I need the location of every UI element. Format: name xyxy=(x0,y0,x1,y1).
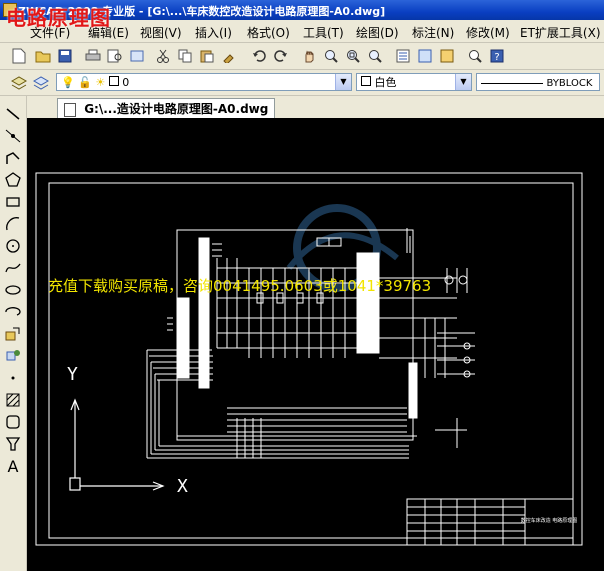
pan-icon[interactable] xyxy=(298,45,320,67)
publish-icon[interactable] xyxy=(126,45,148,67)
polygon-icon[interactable] xyxy=(3,170,23,190)
lock-icon: 🔓 xyxy=(78,76,92,89)
sheet-inner-border xyxy=(48,182,574,539)
drawing-canvas[interactable]: 数控车床改造 电路原理图 充值下载购买原稿，咨询0041495.0603或104… xyxy=(27,118,604,571)
table-icon[interactable] xyxy=(3,434,23,454)
construction-line-icon[interactable] xyxy=(3,126,23,146)
new-icon[interactable] xyxy=(8,45,30,67)
print-icon[interactable] xyxy=(82,45,104,67)
document-tab[interactable]: G:\...造设计电路原理图-A0.dwg xyxy=(57,98,276,119)
title-block-text: 数控车床改造 电路原理图 xyxy=(521,517,578,524)
color-combo[interactable]: 白色 ▼ xyxy=(356,73,472,91)
menu-view[interactable]: 视图(V) xyxy=(140,24,182,41)
ucs-icon xyxy=(69,398,165,491)
text-icon[interactable]: A xyxy=(3,456,23,476)
layer-color-swatch xyxy=(108,76,119,86)
layer-state-icon[interactable] xyxy=(30,72,52,94)
open-icon[interactable] xyxy=(32,45,54,67)
zoom-window-icon[interactable] xyxy=(342,45,364,67)
layer-combo[interactable]: 💡 🔓 ☀ 0 ▼ xyxy=(56,73,352,91)
match-properties-icon[interactable] xyxy=(218,45,240,67)
document-tab-label: G:\...造设计电路原理图-A0.dwg xyxy=(84,102,269,116)
menu-modify[interactable]: 修改(M) xyxy=(466,24,510,41)
linetype-value: BYBLOCK xyxy=(546,78,593,89)
circle-icon[interactable] xyxy=(3,236,23,256)
linetype-combo[interactable]: BYBLOCK xyxy=(476,73,600,91)
copy-icon[interactable] xyxy=(174,45,196,67)
properties-icon[interactable] xyxy=(392,45,414,67)
tool-palette-icon[interactable] xyxy=(436,45,458,67)
region-icon[interactable] xyxy=(3,412,23,432)
point-icon[interactable] xyxy=(3,368,23,388)
zoom-previous-icon[interactable] xyxy=(364,45,386,67)
chevron-down-icon[interactable]: ▼ xyxy=(455,74,471,90)
ellipse-icon[interactable] xyxy=(3,280,23,300)
menu-draw[interactable]: 绘图(D) xyxy=(356,24,399,41)
layer-manager-icon[interactable] xyxy=(8,72,30,94)
overlay-title: 电路原理图 xyxy=(6,6,111,30)
menu-format[interactable]: 格式(O) xyxy=(247,24,290,41)
rectangle-icon[interactable] xyxy=(3,192,23,212)
ucs-y-label: Y xyxy=(67,364,78,385)
menu-tools[interactable]: 工具(T) xyxy=(303,24,344,41)
ellipse-arc-icon[interactable] xyxy=(3,302,23,322)
dwg-file-icon xyxy=(64,102,76,117)
arc-icon[interactable] xyxy=(3,214,23,234)
layer-toolbar: 💡 🔓 ☀ 0 ▼ 白色 ▼ BYBLOCK xyxy=(0,70,604,96)
svg-text:?: ? xyxy=(494,52,499,63)
document-tab-bar: G:\...造设计电路原理图-A0.dwg xyxy=(27,96,604,119)
undo-icon[interactable] xyxy=(248,45,270,67)
layer-name: 0 xyxy=(122,76,130,89)
insert-block-icon[interactable] xyxy=(3,324,23,344)
redo-icon[interactable] xyxy=(270,45,292,67)
linetype-sample xyxy=(481,82,543,84)
line-icon[interactable] xyxy=(3,104,23,124)
draw-toolbar: A xyxy=(0,96,27,571)
hatch-icon[interactable] xyxy=(3,390,23,410)
ucs-x-label: X xyxy=(177,476,188,497)
design-center-icon[interactable] xyxy=(414,45,436,67)
circuit-schematic xyxy=(146,228,475,459)
find-icon[interactable] xyxy=(464,45,486,67)
menu-insert[interactable]: 插入(I) xyxy=(195,24,232,41)
sheet-outer-border xyxy=(35,172,583,546)
paste-icon[interactable] xyxy=(196,45,218,67)
sun-icon: ☀ xyxy=(95,76,106,89)
menu-et-tools[interactable]: ET扩展工具(X) xyxy=(520,24,601,41)
drawing-svg: 数控车床改造 电路原理图 xyxy=(35,172,583,546)
menu-dimension[interactable]: 标注(N) xyxy=(412,24,454,41)
promo-watermark-text: 充值下载购买原稿，咨询0041495.0603或1041*39763 xyxy=(48,277,432,295)
standard-toolbar: ? xyxy=(0,43,604,70)
color-swatch xyxy=(361,76,371,86)
save-icon[interactable] xyxy=(54,45,76,67)
cut-icon[interactable] xyxy=(152,45,174,67)
preview-icon[interactable] xyxy=(104,45,126,67)
spline-icon[interactable] xyxy=(3,258,23,278)
make-block-icon[interactable] xyxy=(3,346,23,366)
bulb-icon: 💡 xyxy=(61,76,75,89)
zoom-realtime-icon[interactable] xyxy=(320,45,342,67)
polyline-icon[interactable] xyxy=(3,148,23,168)
help-icon[interactable]: ? xyxy=(486,45,508,67)
color-value: 白色 xyxy=(374,76,397,89)
chevron-down-icon[interactable]: ▼ xyxy=(335,74,351,90)
